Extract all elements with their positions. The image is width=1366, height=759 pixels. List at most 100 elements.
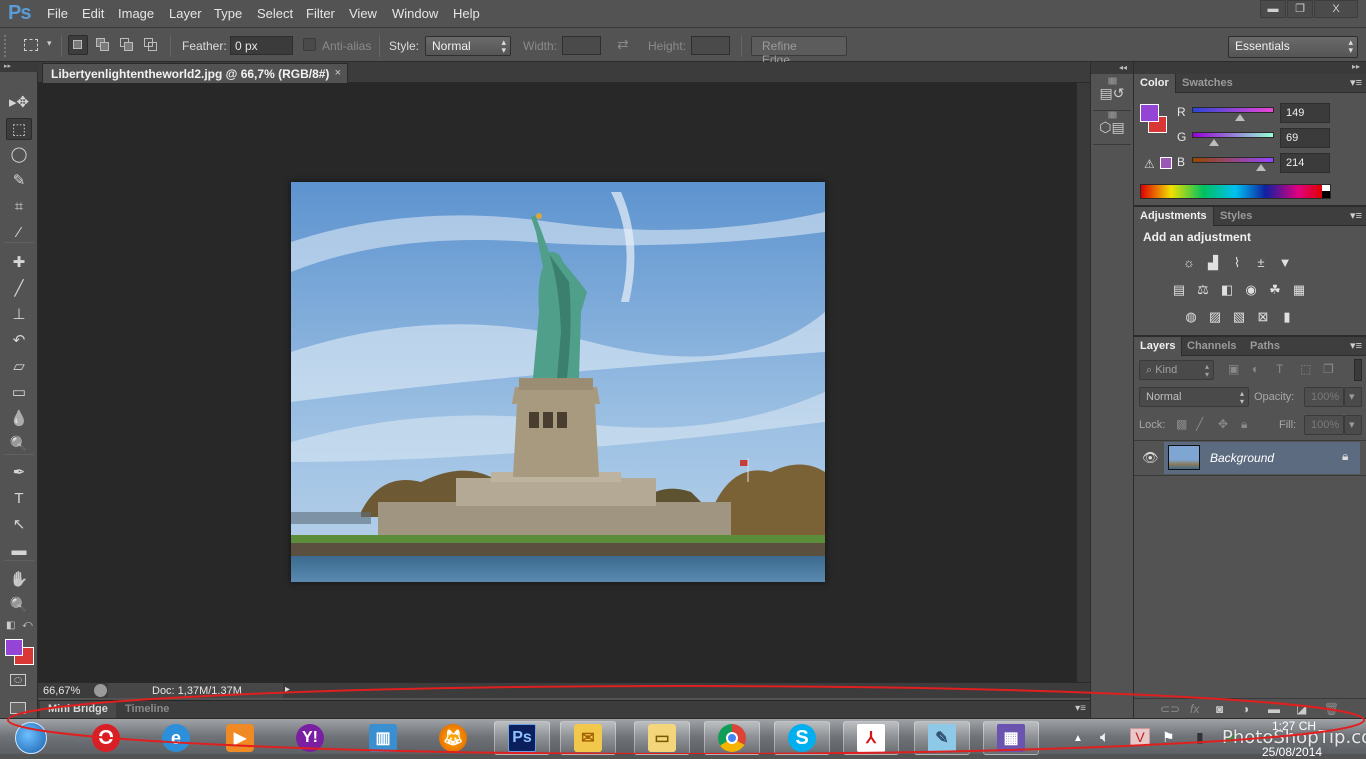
restore-button[interactable]: ❐ xyxy=(1287,0,1313,18)
gradient-map-icon[interactable]: ▮ xyxy=(1278,309,1296,325)
brush-tool[interactable]: ╱ xyxy=(6,278,32,300)
move-tool[interactable]: ▸✥ xyxy=(6,92,32,114)
tab-swatches[interactable]: Swatches xyxy=(1176,74,1239,93)
refine-edge-button[interactable]: Refine Edge... xyxy=(751,36,847,67)
blue-value-input[interactable]: 214 xyxy=(1280,153,1330,173)
green-slider-thumb[interactable] xyxy=(1209,139,1220,146)
3d-panel-button[interactable]: |||||||||| ⬡▤ xyxy=(1093,112,1131,145)
healing-brush-tool[interactable]: ✚ xyxy=(6,252,32,274)
layer-lock-icon[interactable]: 🔒︎ xyxy=(1342,449,1348,464)
brightness-contrast-icon[interactable]: ☼ xyxy=(1180,255,1198,271)
red-slider-thumb[interactable] xyxy=(1234,114,1245,121)
add-mask-icon[interactable]: ◙ xyxy=(1216,702,1223,716)
style-select[interactable]: Normal ▴ ▾ xyxy=(425,36,511,56)
menu-type[interactable]: Type xyxy=(214,6,242,21)
blend-mode-select[interactable]: Normal ▴ ▾ xyxy=(1139,387,1249,407)
lock-image-icon[interactable]: ╱ xyxy=(1196,417,1203,431)
panel-menu-icon[interactable]: ▾≡ xyxy=(1350,76,1362,89)
menu-select[interactable]: Select xyxy=(257,6,293,21)
tab-channels[interactable]: Channels xyxy=(1181,337,1243,356)
lasso-tool[interactable]: ◯ xyxy=(6,144,32,166)
taskbar-skype[interactable]: S xyxy=(774,721,830,755)
start-button[interactable] xyxy=(6,721,56,755)
path-selection-tool[interactable]: ↖ xyxy=(6,514,32,536)
feather-input[interactable]: 0 px xyxy=(230,36,293,55)
type-tool[interactable]: T xyxy=(6,488,32,510)
tab-paths[interactable]: Paths xyxy=(1244,337,1286,356)
color-spectrum-ramp[interactable] xyxy=(1140,184,1331,199)
clone-stamp-tool[interactable]: ⊥ xyxy=(6,304,32,326)
channel-mixer-icon[interactable]: ☘ xyxy=(1266,282,1284,298)
menu-image[interactable]: Image xyxy=(118,6,154,21)
rect-marquee-icon[interactable] xyxy=(24,39,38,51)
green-value-input[interactable]: 69 xyxy=(1280,128,1330,148)
blur-tool[interactable]: 💧 xyxy=(6,408,32,430)
vibrance-icon[interactable]: ▼ xyxy=(1276,255,1294,271)
share-icon[interactable] xyxy=(94,684,107,697)
layer-name[interactable]: Background xyxy=(1210,451,1274,465)
panel-menu-icon[interactable]: ▾≡ xyxy=(1075,703,1086,714)
filter-smart-object-icon[interactable]: ❐ xyxy=(1323,362,1334,376)
taskbar-notepad[interactable]: ✎ xyxy=(914,721,970,755)
hue-saturation-icon[interactable]: ▤ xyxy=(1170,282,1188,298)
default-colors-icon[interactable]: ◧ xyxy=(6,620,15,631)
new-adjustment-layer-icon[interactable]: ◑ xyxy=(1242,702,1249,716)
swap-colors-icon[interactable]: ⤺ xyxy=(22,619,33,630)
height-input[interactable] xyxy=(691,36,730,55)
tab-color[interactable]: Color xyxy=(1134,74,1176,93)
levels-icon[interactable]: ▟ xyxy=(1204,255,1222,271)
filter-toggle[interactable] xyxy=(1354,359,1362,381)
menu-edit[interactable]: Edit xyxy=(82,6,104,21)
taskbar-firefox[interactable]: 🦊︎ xyxy=(425,721,481,755)
filter-adjustment-icon[interactable]: ◐ xyxy=(1252,362,1259,376)
filter-shape-icon[interactable]: ⬚ xyxy=(1300,362,1311,376)
volume-muted-icon[interactable]: 🔈︎ xyxy=(1100,729,1110,747)
taskbar-photoshop[interactable]: Ps xyxy=(494,721,550,755)
expand-panel-icon[interactable]: ▸▸ xyxy=(0,62,38,72)
vertical-scrollbar[interactable] xyxy=(1076,83,1090,682)
collapse-dock-icon[interactable]: ◂◂ xyxy=(1091,62,1133,74)
menu-filter[interactable]: Filter xyxy=(306,6,335,21)
panel-menu-icon[interactable]: ▾≡ xyxy=(1350,339,1362,352)
tab-layers[interactable]: Layers xyxy=(1134,337,1183,356)
quick-selection-tool[interactable]: ✎ xyxy=(6,170,32,192)
blue-slider[interactable] xyxy=(1192,157,1274,163)
gradient-tool[interactable]: ▭ xyxy=(6,382,32,404)
filter-pixel-icon[interactable]: ▣ xyxy=(1228,362,1239,376)
swap-dimensions-icon[interactable]: ⇄ xyxy=(617,36,629,53)
new-layer-icon[interactable]: ◪ xyxy=(1296,702,1307,716)
color-balance-icon[interactable]: ⚖ xyxy=(1194,282,1212,298)
eraser-tool[interactable]: ▱ xyxy=(6,356,32,378)
foreground-color-swatch[interactable] xyxy=(5,639,23,656)
document-image[interactable] xyxy=(291,182,825,582)
dodge-tool[interactable]: 🔍 xyxy=(6,434,32,456)
fill-dropdown[interactable]: ▾ xyxy=(1344,415,1362,435)
gamut-color-swatch[interactable] xyxy=(1160,157,1172,169)
expand-dock-icon[interactable]: ▸▸ xyxy=(1134,62,1366,74)
link-layers-icon[interactable]: ⊂⊃ xyxy=(1160,702,1180,716)
tab-styles[interactable]: Styles xyxy=(1214,207,1258,226)
antialias-checkbox[interactable] xyxy=(303,38,316,51)
eyedropper-tool[interactable]: ⁄ xyxy=(6,222,32,244)
taskbar-adobe-reader[interactable]: ⅄ xyxy=(843,721,899,755)
hand-tool[interactable]: ✋ xyxy=(6,569,32,591)
antivirus-tray-icon[interactable]: V xyxy=(1130,728,1150,746)
menu-view[interactable]: View xyxy=(349,6,377,21)
foreground-color-swatch[interactable] xyxy=(1140,104,1159,122)
quick-mask-button[interactable] xyxy=(10,674,26,686)
taskbar-app[interactable]: ▦ xyxy=(983,721,1039,755)
tab-mini-bridge[interactable]: Mini Bridge xyxy=(40,701,116,719)
workspace-select[interactable]: Essentials ▴ ▾ xyxy=(1228,36,1358,58)
delete-layer-icon[interactable]: 🗑︎ xyxy=(1324,702,1339,716)
menu-file[interactable]: File xyxy=(47,6,68,21)
lock-transparent-icon[interactable]: ▩ xyxy=(1176,417,1187,431)
new-group-icon[interactable]: ▬ xyxy=(1268,702,1280,716)
status-menu-arrow-icon[interactable]: ▸ xyxy=(285,684,290,695)
close-button[interactable]: X xyxy=(1314,0,1358,18)
blue-slider-thumb[interactable] xyxy=(1255,164,1266,171)
invert-icon[interactable]: ◍ xyxy=(1182,309,1200,325)
document-tab[interactable]: Libertyenlightentheworld2.jpg @ 66,7% (R… xyxy=(42,63,348,83)
layer-row-background[interactable]: Background 🔒︎ xyxy=(1164,442,1360,474)
panel-menu-icon[interactable]: ▾≡ xyxy=(1350,209,1362,222)
black-white-icon[interactable]: ◧ xyxy=(1218,282,1236,298)
